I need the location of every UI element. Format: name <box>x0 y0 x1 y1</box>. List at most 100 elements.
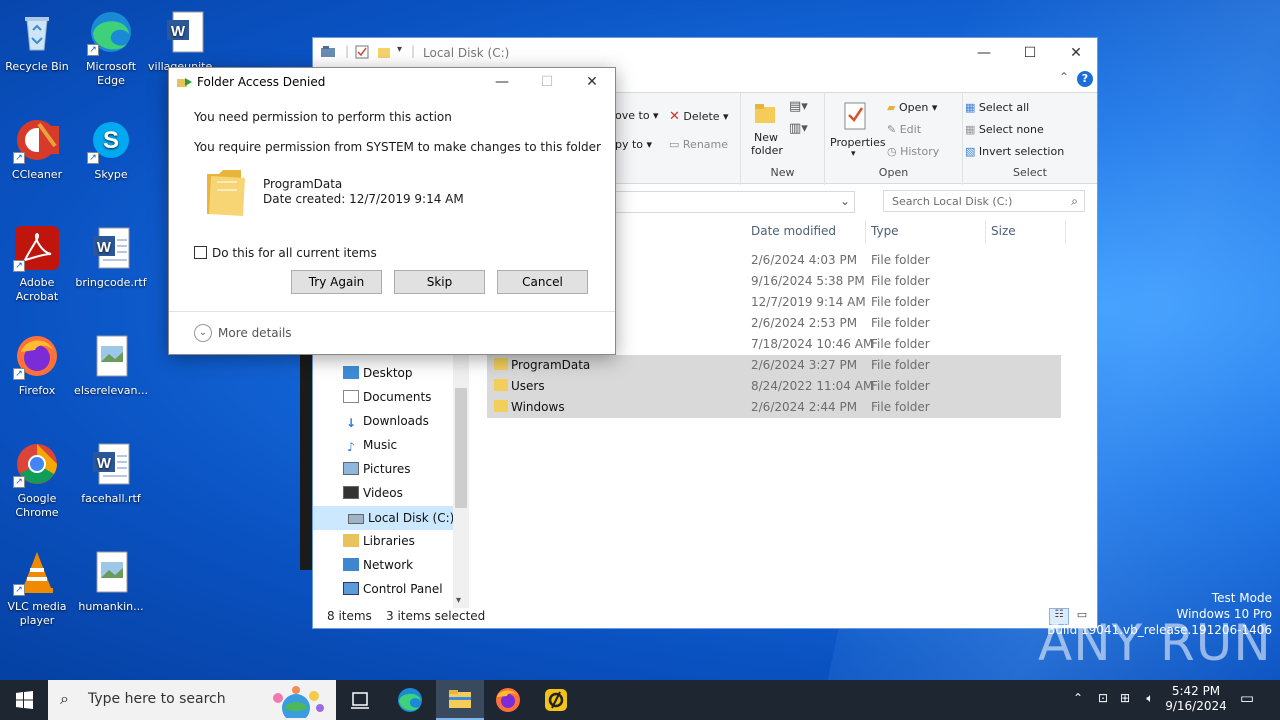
network-icon[interactable]: ⊞ <box>1116 691 1134 705</box>
nav-item-videos[interactable]: Videos <box>343 486 403 500</box>
properties-quick-icon[interactable] <box>355 45 369 59</box>
desktop-icon-microsoft-edge[interactable]: ↗ Microsoft Edge <box>74 8 148 88</box>
nav-item-music[interactable]: ♪ Music <box>343 438 397 454</box>
edit-button[interactable]: ✎ Edit <box>887 123 921 136</box>
taskbar-firefox[interactable] <box>484 680 532 720</box>
desktop-icon-label: elserelevan... <box>74 384 148 397</box>
desktop-icon-firefox[interactable]: ↗ Firefox <box>0 332 74 398</box>
rename-button[interactable]: ▭ Rename <box>669 138 728 151</box>
column-separator <box>1065 220 1066 244</box>
new-folder-icon <box>753 101 777 125</box>
desktop-icon-google-chrome[interactable]: ↗ Google Chrome <box>0 440 74 520</box>
desktop-icon-villageunite[interactable]: W villageunite... <box>148 8 223 74</box>
nav-item-libraries[interactable]: Libraries <box>343 534 415 548</box>
properties-dropdown-icon[interactable]: ▾ <box>851 149 856 159</box>
column-header-type[interactable]: Type <box>871 224 899 238</box>
column-header-date[interactable]: Date modified <box>751 224 836 238</box>
history-icon: ◷ <box>887 145 897 158</box>
close-button[interactable]: ✕ <box>1053 38 1099 68</box>
folder-icon <box>203 164 249 220</box>
taskbar-edge[interactable] <box>386 680 434 720</box>
move-to-button[interactable]: ove to ▾ <box>615 109 659 122</box>
table-row[interactable]: Users 8/24/2022 11:04 AM File folder <box>487 376 1061 397</box>
desktop-icon-facehall-rtf[interactable]: W facehall.rtf <box>74 440 148 506</box>
properties-button[interactable]: Properties <box>830 136 886 149</box>
apply-all-checkbox[interactable] <box>194 246 207 259</box>
try-again-button[interactable]: Try Again <box>291 270 382 294</box>
desktop-icon-label: Microsoft Edge <box>85 60 137 87</box>
collapse-ribbon-icon[interactable]: ⌃ <box>1059 70 1069 84</box>
rename-icon: ▭ <box>669 138 680 151</box>
new-folder-quick-icon[interactable] <box>377 45 391 59</box>
help-icon[interactable]: ? <box>1077 71 1093 87</box>
maximize-button[interactable]: ☐ <box>1007 38 1053 68</box>
row-date: 8/24/2022 11:04 AM <box>751 379 874 393</box>
table-row[interactable]: ProgramData 2/6/2024 3:27 PM File folder <box>487 355 1061 376</box>
history-button[interactable]: ◷ History <box>887 145 939 158</box>
new-folder-button[interactable]: New folder <box>751 131 783 157</box>
delete-button[interactable]: ✕ Delete ▾ <box>669 109 729 124</box>
taskbar-search-input[interactable]: ⌕ Type here to search <box>48 680 336 720</box>
tray-device-icon[interactable]: ⊡ <box>1094 691 1112 705</box>
desktop-icon-ccleaner[interactable]: ↗ CCleaner <box>0 116 74 182</box>
skip-button[interactable]: Skip <box>394 270 485 294</box>
row-date: 7/18/2024 10:46 AM <box>751 337 874 351</box>
nav-item-pictures[interactable]: Pictures <box>343 462 411 476</box>
nav-item-documents[interactable]: Documents <box>343 390 431 404</box>
nav-item-network[interactable]: Network <box>343 558 413 572</box>
explorer-titlebar[interactable]: | ▾ | Local Disk (C:) — ☐ ✕ <box>313 38 1097 68</box>
more-details-link[interactable]: More details <box>218 326 292 340</box>
search-input[interactable]: Search Local Disk (C:) ⌕ <box>883 190 1085 212</box>
dialog-minimize-button[interactable]: — <box>479 68 525 96</box>
search-icon: ⌕ <box>60 689 69 708</box>
show-hidden-icons-button[interactable]: ⌃ <box>1070 691 1086 705</box>
scroll-down-icon[interactable]: ▾ <box>456 595 461 606</box>
clock[interactable]: 5:42 PM 9/16/2024 <box>1162 684 1230 714</box>
nav-item-downloads[interactable]: ↓ Downloads <box>343 414 429 430</box>
address-dropdown-icon[interactable]: ⌄ <box>840 194 850 208</box>
taskbar-file-explorer[interactable] <box>436 680 484 720</box>
nav-item-control-panel[interactable]: Control Panel <box>343 582 443 596</box>
easy-access-icon[interactable]: ▥▾ <box>789 121 808 136</box>
quick-access-dropdown-icon[interactable]: ▾ <box>397 44 402 55</box>
desktop-icon-label: bringcode.rtf <box>75 276 147 289</box>
desktop-icon-skype[interactable]: S ↗ Skype <box>74 116 148 182</box>
volume-icon[interactable]: 🔈︎ <box>1140 691 1160 706</box>
chrome-icon: ↗ <box>13 440 61 488</box>
select-none-button[interactable]: ▦ Select none <box>965 123 1044 136</box>
dialog-titlebar[interactable]: Folder Access Denied — ☐ ✕ <box>169 68 615 96</box>
edge-icon: ↗ <box>87 8 135 56</box>
notifications-icon[interactable]: ▭ <box>1236 689 1258 707</box>
row-type: File folder <box>871 358 930 372</box>
minimize-button[interactable]: — <box>961 38 1007 68</box>
desktop-icon-humankin[interactable]: humankin... <box>74 548 148 614</box>
select-all-button[interactable]: ▦ Select all <box>965 101 1029 114</box>
apply-all-checkbox-label[interactable]: Do this for all current items <box>212 246 377 260</box>
taskbar-app[interactable] <box>532 680 580 720</box>
desktop-icon-recycle-bin[interactable]: Recycle Bin <box>0 8 74 74</box>
dialog-footer: ⌄ More details <box>169 311 615 354</box>
invert-selection-button[interactable]: ▧ Invert selection <box>965 145 1064 158</box>
cancel-button[interactable]: Cancel <box>497 270 588 294</box>
desktop-icon-vlc[interactable]: ↗ VLC media player <box>0 548 74 628</box>
nav-item-desktop[interactable]: Desktop <box>343 366 413 380</box>
task-view-button[interactable] <box>336 680 384 720</box>
open-button[interactable]: ▰ Open ▾ <box>887 101 937 114</box>
row-date: 2/6/2024 3:27 PM <box>751 358 858 372</box>
nav-scrollbar-thumb[interactable] <box>455 388 467 508</box>
address-bar[interactable]: ⌄ <box>613 191 855 213</box>
skype-icon: S ↗ <box>87 116 135 164</box>
chevron-down-icon[interactable]: ⌄ <box>194 324 212 342</box>
desktop-icon-bringcode-rtf[interactable]: W bringcode.rtf <box>74 224 148 290</box>
select-all-icon: ▦ <box>965 101 976 114</box>
table-row[interactable]: Windows 2/6/2024 2:44 PM File folder <box>487 397 1061 418</box>
desktop-icon-elserelevan[interactable]: elserelevan... <box>74 332 148 398</box>
new-item-icon[interactable]: ▤▾ <box>789 99 808 114</box>
dialog-close-button[interactable]: ✕ <box>569 68 615 96</box>
folder-access-denied-dialog[interactable]: Folder Access Denied — ☐ ✕ You need perm… <box>168 67 616 355</box>
copy-to-button[interactable]: py to ▾ <box>615 138 652 151</box>
start-button[interactable] <box>0 680 48 720</box>
column-header-size[interactable]: Size <box>991 224 1016 238</box>
nav-item-local-disk[interactable]: Local Disk (C:) <box>313 506 455 530</box>
desktop-icon-adobe-acrobat[interactable]: ↗ Adobe Acrobat <box>0 224 74 304</box>
